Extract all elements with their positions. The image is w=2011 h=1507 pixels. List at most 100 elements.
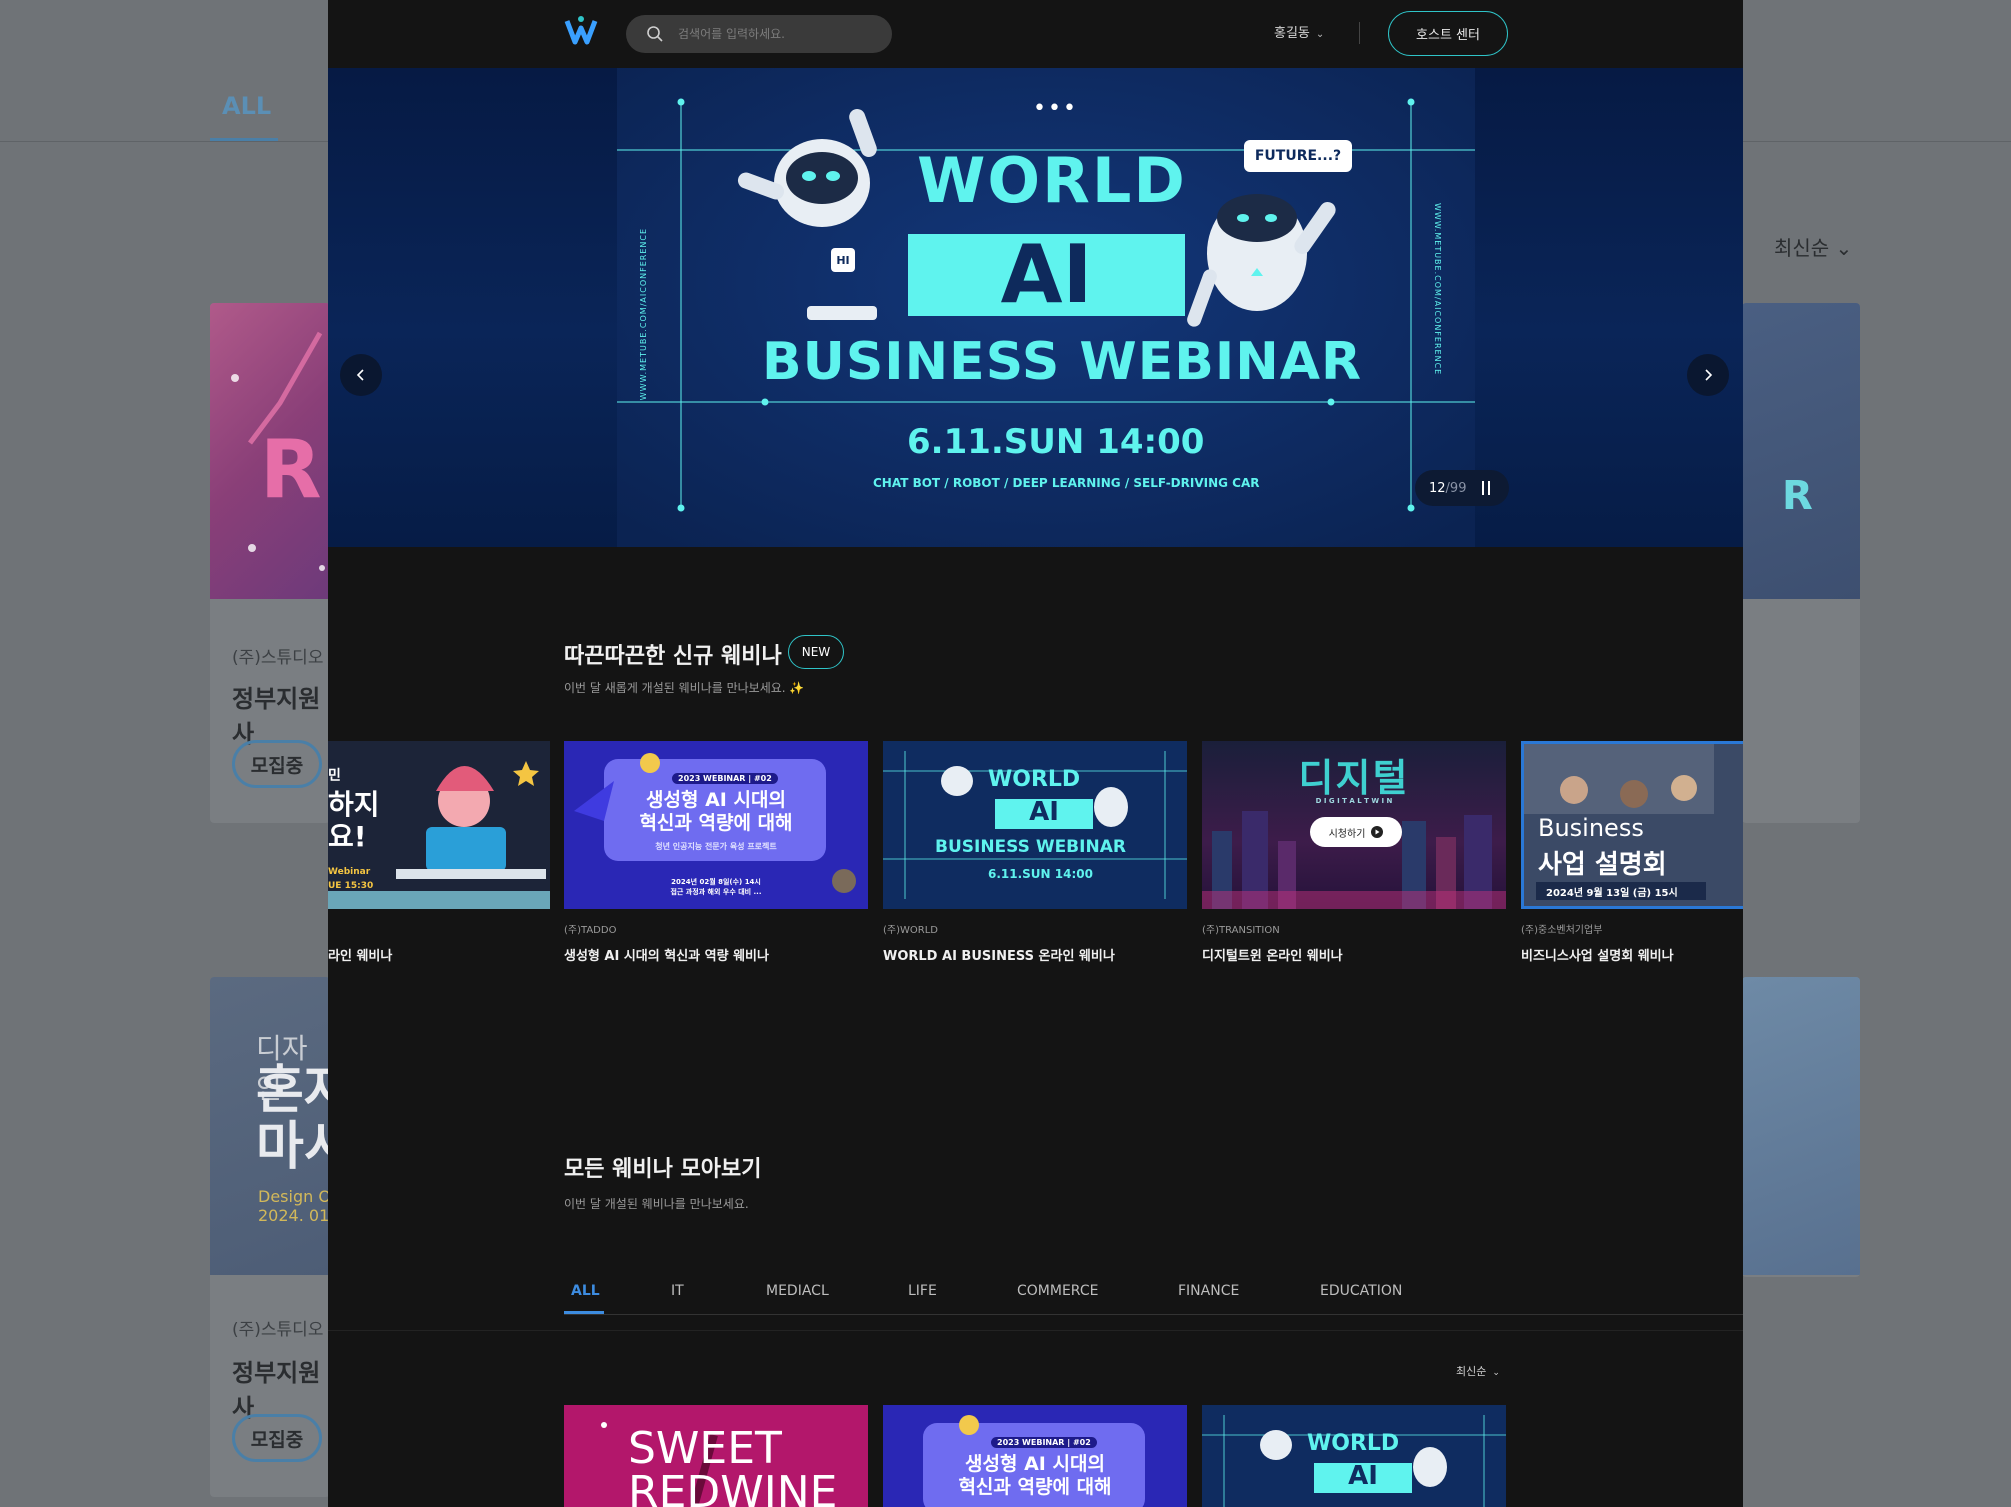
card-thumb-big: 하지 요! (328, 788, 380, 853)
card-thumb-main: 디지털 (1298, 756, 1410, 800)
search-bar[interactable] (626, 15, 892, 53)
poster-side-text-right: WWW.METUBE.COM/AICONFERENCE (1433, 203, 1442, 376)
card-thumbnail: 2023 WEBINAR | #02 생성형 AI 시대의 혁신과 역량에 대해… (564, 741, 868, 909)
banner-counter: 12/99 (1415, 470, 1509, 506)
card-illustration (1202, 1405, 1506, 1507)
card-thumb-main: 사업 설명회 (1538, 850, 1667, 880)
tab-commerce[interactable]: COMMERCE (1017, 1283, 1098, 1299)
logo-icon[interactable] (564, 14, 598, 48)
card-title: 비즈니스사업 설명회 웨비나 (1521, 949, 1674, 964)
hero-banner: ••• WORLD AI BUSINESS WEBINAR 6.11.SUN 1… (328, 68, 1743, 547)
card-thumb-main: SWEET REDWINE (628, 1423, 838, 1507)
poster-ai-box: AI (908, 228, 1185, 321)
new-badge: NEW (788, 635, 844, 669)
tab-mediacl[interactable]: MEDIACL (766, 1283, 829, 1299)
bg-sort-dropdown: 최신순 ⌄ (1774, 236, 1853, 260)
card-title: 디지털트윈 온라인 웨비나 (1202, 949, 1343, 964)
watch-button-label: 시청하기 (1328, 828, 1366, 840)
poster-subtitle: CHAT BOT / ROBOT / DEEP LEARNING / SELF-… (873, 476, 1260, 490)
card-thumb-tag: 2023 WEBINAR | #02 (672, 773, 778, 784)
bg-sort-label: 최신순 (1774, 236, 1830, 260)
poster-speech-bubble: FUTURE...? (1244, 140, 1352, 172)
poster-world: WORLD (917, 144, 1187, 217)
card-thumb-date: 2024년 02월 8일(수) 14시 접근 과정과 해외 우수 대비 ... (670, 878, 762, 896)
main-window: 홍길동 ⌄ 호스트 센터 (328, 0, 1743, 1507)
poster-date: 6.11.SUN 14:00 (907, 422, 1205, 462)
webinar-card[interactable]: Business 사업 설명회 2024년 9월 13일 (금) 15시 (주)… (1521, 741, 1743, 964)
bg-card-image: R (1742, 303, 1860, 599)
card-thumb-main: 생성형 AI 시대의 혁신과 역량에 대해 (639, 789, 793, 834)
chevron-down-icon: ⌄ (1492, 1368, 1500, 1378)
card-thumbnail: WORLD AI BUSINESS WEBINAR 6.11.SUN 14:00 (883, 741, 1187, 909)
bg-card-glyph: R (260, 423, 322, 516)
bg-card: R (1742, 303, 1860, 823)
poster-side-text-left: WWW.METUBE.COM/AICONFERENCE (639, 228, 648, 401)
bg-card-image: R (210, 303, 330, 599)
card-company: (주)중소벤처기업부 (1521, 925, 1603, 936)
tab-education[interactable]: EDUCATION (1320, 1283, 1402, 1299)
topbar-divider (1359, 22, 1360, 44)
top-bar: 홍길동 ⌄ 호스트 센터 (328, 0, 1743, 68)
bg-card-badge: 모집중 (232, 1414, 322, 1462)
webinar-card[interactable]: 2023 WEBINAR | #02 생성형 AI 시대의 혁신과 역량에 대해 (883, 1405, 1187, 1507)
bg-card-company: (주)스튜디오 (232, 648, 324, 668)
card-thumb-date: 6.11.SUN 14:00 (988, 867, 1093, 881)
chevron-right-icon (1705, 369, 1713, 381)
card-company: (주)WORLD (883, 925, 938, 936)
section-subtitle-all: 이번 달 개설된 웨비나를 만나보세요. (564, 1197, 749, 1211)
card-thumb-date: 2024년 9월 13일 (금) 15시 (1546, 888, 1678, 899)
card-thumb-sub: 청년 인공지능 전문가 육성 프로젝트 (655, 842, 777, 851)
card-title: 라인 웨비나 (328, 949, 393, 964)
card-thumb-tag: 2023 WEBINAR | #02 (991, 1437, 1097, 1448)
tab-finance[interactable]: FINANCE (1178, 1283, 1239, 1299)
tab-it[interactable]: IT (671, 1283, 684, 1299)
webinar-card[interactable]: WORLD AI (1202, 1405, 1506, 1507)
bg-card-badge: 모집중 (232, 740, 322, 788)
webinar-card[interactable]: SWEET REDWINE (564, 1405, 868, 1507)
category-tabs: ALL IT MEDIACL LIFE COMMERCE FINANCE EDU… (564, 1275, 1743, 1315)
banner-prev-button[interactable] (340, 354, 382, 396)
watch-button[interactable]: 시청하기 (1310, 817, 1402, 847)
bg-poster-big: 혼자 마시 (256, 1061, 330, 1177)
sort-dropdown[interactable]: 최신순 ⌄ (1456, 1363, 1500, 1379)
card-company: (주)TADDO (564, 925, 617, 936)
poster-business-webinar: BUSINESS WEBINAR (762, 332, 1363, 392)
bg-card (1742, 977, 1860, 1277)
host-center-button[interactable]: 호스트 센터 (1388, 11, 1508, 56)
tabs-divider (564, 1314, 1743, 1315)
section-subtitle-new: 이번 달 새롭게 개설된 웨비나를 만나보세요. ✨ (564, 681, 805, 695)
card-company: (주)TRANSITION (1202, 925, 1280, 936)
chevron-left-icon (356, 369, 364, 381)
card-thumb-small: 민 (328, 768, 341, 784)
webinar-card[interactable]: 디지털 D I G I T A L T W I N 시청하기 (주)TRANSI… (1202, 741, 1506, 964)
card-title: 생성형 AI 시대의 혁신과 역량 웨비나 (564, 949, 769, 964)
card-thumb-bw: BUSINESS WEBINAR (935, 837, 1126, 857)
bg-card-title: 정부지원사 (232, 685, 321, 748)
user-name: 홍길동 (1274, 26, 1310, 41)
chevron-down-icon: ⌄ (1315, 29, 1325, 40)
sort-label: 최신순 (1456, 1365, 1487, 1378)
banner-next-button[interactable] (1687, 354, 1729, 396)
card-thumb-en: Webinar UE 15:30 (328, 867, 374, 891)
card-thumb-main: 생성형 AI 시대의 혁신과 역량에 대해 (958, 1453, 1112, 1498)
webinar-card[interactable]: 민 하지 요! Webinar UE 15:30 라인 웨비나 (328, 741, 550, 964)
search-icon[interactable] (646, 25, 664, 43)
webinar-card[interactable]: 2023 WEBINAR | #02 생성형 AI 시대의 혁신과 역량에 대해… (564, 741, 868, 964)
counter-total: /99 (1445, 480, 1467, 496)
section-divider (328, 1330, 1743, 1331)
webinar-card[interactable]: WORLD AI BUSINESS WEBINAR 6.11.SUN 14:00… (883, 741, 1187, 964)
section-title-all: 모든 웨비나 모아보기 (564, 1157, 762, 1182)
bg-card-title: 정부지원사 (232, 1359, 321, 1422)
banner-poster[interactable]: ••• WORLD AI BUSINESS WEBINAR 6.11.SUN 1… (617, 68, 1475, 547)
tab-all[interactable]: ALL (571, 1283, 600, 1299)
pause-icon[interactable] (1481, 481, 1491, 495)
card-thumb-world: WORLD (1307, 1431, 1400, 1456)
play-icon (1371, 826, 1384, 838)
search-input[interactable] (676, 15, 876, 53)
poster-dots: ••• (1033, 96, 1078, 121)
card-thumb-en: Business (1538, 814, 1644, 842)
card-thumbnail: 디지털 D I G I T A L T W I N 시청하기 (1202, 741, 1506, 909)
tab-life[interactable]: LIFE (908, 1283, 937, 1299)
user-menu[interactable]: 홍길동 ⌄ (1274, 22, 1324, 41)
bg-card-glyph: R (1782, 473, 1813, 519)
